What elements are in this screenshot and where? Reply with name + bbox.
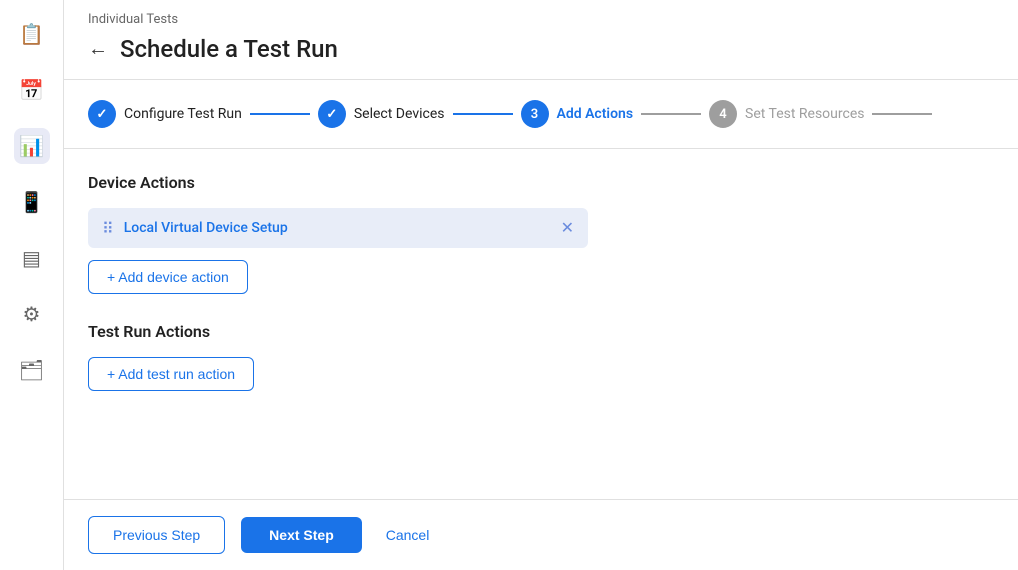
calendar-icon: 📅 xyxy=(19,78,44,102)
chart-icon: 📊 xyxy=(19,134,44,158)
device-action-label: Local Virtual Device Setup xyxy=(124,220,288,236)
step-add-actions-label: Add Actions xyxy=(557,106,634,122)
sidebar-item-folder[interactable]: 🗂 xyxy=(14,352,50,388)
device-actions-title: Device Actions xyxy=(88,173,994,192)
add-test-run-action-label: + Add test run action xyxy=(107,366,235,382)
step-configure-label: Configure Test Run xyxy=(124,106,242,122)
cancel-button[interactable]: Cancel xyxy=(378,517,438,553)
test-run-actions-title: Test Run Actions xyxy=(88,322,994,341)
step-set-resources-circle: 4 xyxy=(709,100,737,128)
sidebar-item-chart[interactable]: 📊 xyxy=(14,128,50,164)
previous-step-button[interactable]: Previous Step xyxy=(88,516,225,554)
step-configure: ✓ Configure Test Run xyxy=(88,100,242,128)
step-set-resources-label: Set Test Resources xyxy=(745,106,864,122)
connector-2 xyxy=(453,113,513,115)
step-select-devices-circle: ✓ xyxy=(318,100,346,128)
step-add-actions-circle: 3 xyxy=(521,100,549,128)
back-button[interactable]: ← xyxy=(88,38,108,61)
sidebar-item-device[interactable]: 📱 xyxy=(14,184,50,220)
step-configure-circle: ✓ xyxy=(88,100,116,128)
sidebar: 📋 📅 📊 📱 ▤ ⚙ 🗂 xyxy=(0,0,64,570)
drag-handle-icon[interactable]: ⠿ xyxy=(102,219,114,238)
next-step-button[interactable]: Next Step xyxy=(241,517,362,553)
step-add-actions: 3 Add Actions xyxy=(521,100,634,128)
gear-icon: ⚙ xyxy=(23,302,41,326)
device-icon: 📱 xyxy=(19,190,44,214)
add-device-action-button[interactable]: + Add device action xyxy=(88,260,248,294)
connector-1 xyxy=(250,113,310,115)
sidebar-item-gear[interactable]: ⚙ xyxy=(14,296,50,332)
connector-4 xyxy=(872,113,932,115)
action-item-left: ⠿ Local Virtual Device Setup xyxy=(102,219,288,238)
main-content: Individual Tests ← Schedule a Test Run ✓… xyxy=(64,0,1018,570)
step-select-devices: ✓ Select Devices xyxy=(318,100,445,128)
step-set-resources: 4 Set Test Resources xyxy=(709,100,864,128)
content-area: Device Actions ⠿ Local Virtual Device Se… xyxy=(64,149,1018,499)
step-select-devices-label: Select Devices xyxy=(354,106,445,122)
connector-3 xyxy=(641,113,701,115)
page-title-row: ← Schedule a Test Run xyxy=(88,35,994,79)
header: Individual Tests ← Schedule a Test Run xyxy=(64,0,1018,80)
remove-device-action-button[interactable]: ✕ xyxy=(561,218,574,238)
folder-icon: 🗂 xyxy=(19,358,44,382)
stepper: ✓ Configure Test Run ✓ Select Devices 3 … xyxy=(64,80,1018,149)
add-test-run-action-button[interactable]: + Add test run action xyxy=(88,357,254,391)
device-action-item: ⠿ Local Virtual Device Setup ✕ xyxy=(88,208,588,248)
sidebar-item-calendar[interactable]: 📅 xyxy=(14,72,50,108)
sidebar-item-clipboard[interactable]: 📋 xyxy=(14,16,50,52)
footer: Previous Step Next Step Cancel xyxy=(64,499,1018,570)
sidebar-item-server[interactable]: ▤ xyxy=(14,240,50,276)
breadcrumb: Individual Tests xyxy=(88,12,994,27)
clipboard-icon: 📋 xyxy=(19,22,44,46)
server-icon: ▤ xyxy=(22,246,41,270)
add-device-action-label: + Add device action xyxy=(107,269,229,285)
page-title: Schedule a Test Run xyxy=(120,35,338,63)
